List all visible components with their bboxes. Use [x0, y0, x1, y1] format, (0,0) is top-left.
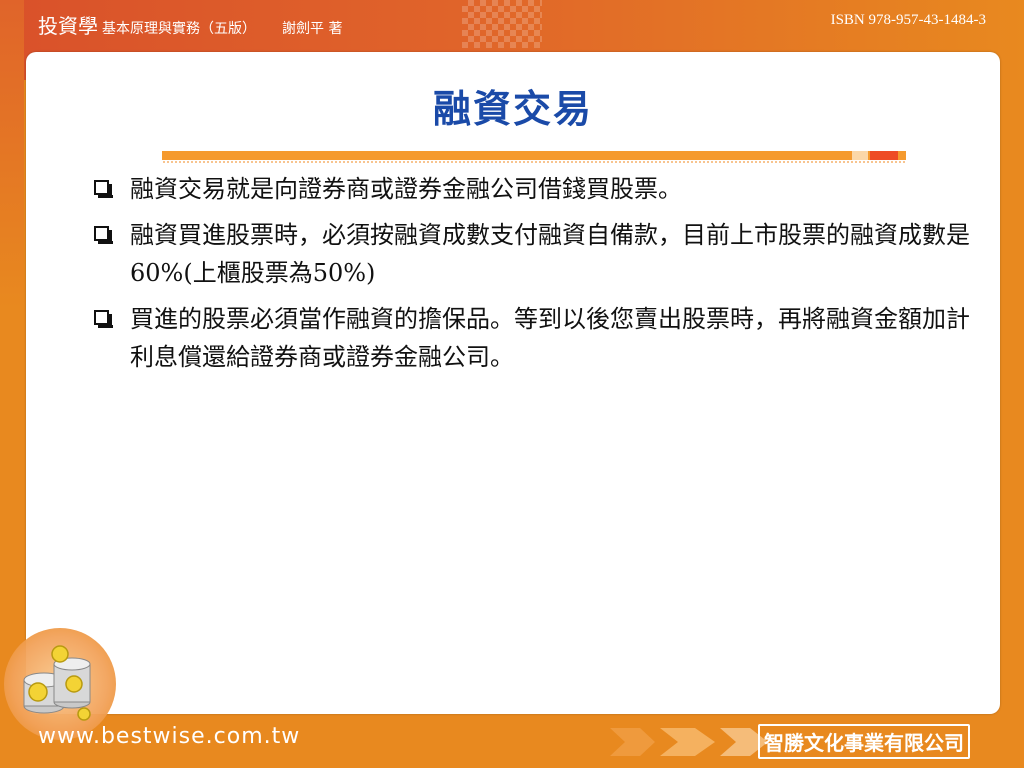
book-title: 投資學 [38, 14, 98, 38]
title-underline [162, 151, 906, 160]
underline-segment-end [899, 151, 906, 160]
bullet-text: 融資交易就是向證券商或證券金融公司借錢買股票。 [130, 175, 682, 203]
company-name: 智勝文化事業有限公司 [758, 724, 970, 759]
underline-segment-red [870, 151, 898, 160]
slide-title: 融資交易 [432, 87, 593, 131]
bullet-item: 融資交易就是向證券商或證券金融公司借錢買股票。 [90, 170, 990, 208]
checker-pattern [462, 0, 542, 48]
book-header: 投資學 基本原理與實務（五版） 謝劍平 著 [38, 10, 342, 39]
bullet-text: 融資買進股票時，必須按融資成數支付融資自備款，目前上市股票的融資成數是60%(上… [130, 221, 970, 287]
bullet-list: 融資交易就是向證券商或證券金融公司借錢買股票。 融資買進股票時，必須按融資成數支… [90, 170, 990, 384]
underline-segment-light [852, 151, 868, 160]
bullet-text: 買進的股票必須當作融資的擔保品。等到以後您賣出股票時，再將融資金額加計利息償還給… [130, 305, 970, 371]
bullet-item: 融資買進股票時，必須按融資成數支付融資自備款，目前上市股票的融資成數是60%(上… [90, 216, 990, 292]
checkbox-bullet-icon [94, 226, 113, 244]
title-dotted-line [162, 161, 906, 163]
book-subtitle: 基本原理與實務（五版） [102, 21, 256, 37]
footer-url: www.bestwise.com.tw [38, 724, 301, 749]
bullet-item: 買進的股票必須當作融資的擔保品。等到以後您賣出股票時，再將融資金額加計利息償還給… [90, 300, 990, 376]
isbn-label: ISBN 978-957-43-1484-3 [830, 12, 986, 28]
checkbox-bullet-icon [94, 180, 113, 198]
checkbox-bullet-icon [94, 310, 113, 328]
book-author: 謝劍平 著 [282, 21, 343, 37]
coins-icon [23, 645, 91, 721]
